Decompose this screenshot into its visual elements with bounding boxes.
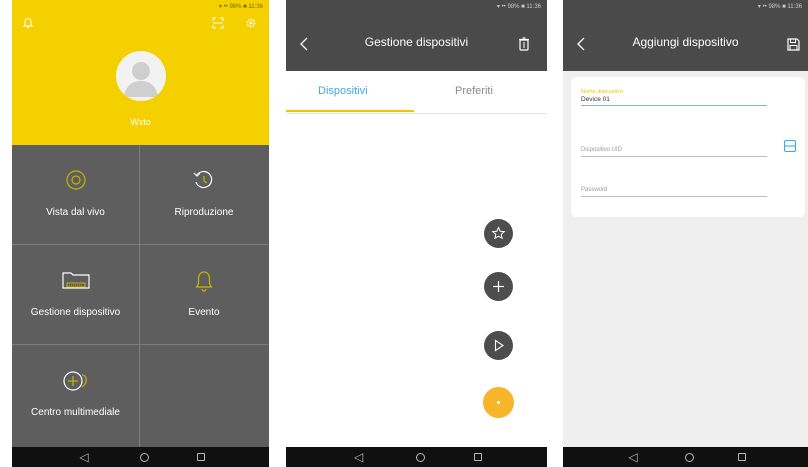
tile-live-view[interactable]: Vista dal vivo [12, 145, 140, 245]
input-underline [581, 156, 767, 157]
device-name-label: Nome dispositivo [581, 89, 623, 95]
gear-icon[interactable] [245, 17, 257, 29]
active-tab-indicator [286, 110, 414, 112]
tile-label: Vista dal vivo [46, 207, 105, 218]
page-title: Aggiungi dispositivo [632, 35, 739, 49]
tile-label: Evento [188, 307, 220, 318]
page-title: Gestione dispositivi [364, 35, 469, 49]
save-icon[interactable] [787, 38, 800, 51]
input-underline [581, 105, 767, 106]
tab-bar: Dispositivi Preferiti [286, 71, 547, 114]
nav-recents-icon[interactable] [474, 453, 483, 461]
tile-label: Gestione dispositivo [30, 307, 121, 318]
nav-home-icon[interactable] [415, 452, 425, 462]
add-device-button[interactable] [484, 272, 513, 301]
device-uid-input[interactable]: Dispositivo UID [581, 147, 767, 153]
add-device-screen: ▾ •• 98% ■ 11:36 Aggiungi dispositivo No… [563, 0, 808, 467]
android-nav-bar: ◁ [563, 447, 808, 467]
password-input[interactable]: Password [581, 187, 767, 193]
menu-fab-button[interactable] [483, 387, 514, 418]
device-uid-field[interactable]: Dispositivo UID [581, 147, 767, 157]
qr-scan-icon[interactable] [783, 139, 797, 153]
password-field[interactable]: Password [581, 187, 767, 197]
dvr-folder-icon [61, 272, 90, 289]
star-add-icon [491, 226, 506, 240]
tile-label: Centro multimediale [31, 407, 120, 418]
media-center-icon [62, 371, 87, 391]
android-nav-bar: ◁ [12, 447, 269, 467]
user-silhouette-icon [124, 62, 158, 97]
nav-back-icon[interactable]: ◁ [625, 449, 641, 465]
tab-devices[interactable]: Dispositivi [318, 85, 368, 97]
input-underline [581, 196, 767, 197]
avatar[interactable] [116, 51, 166, 101]
bell-icon[interactable] [22, 17, 34, 29]
device-name-field[interactable]: Nome dispositivo Device 01 [581, 89, 767, 106]
nav-recents-icon[interactable] [197, 453, 205, 461]
tile-empty [140, 345, 268, 447]
tile-media-center[interactable]: Centro multimediale [12, 345, 140, 447]
status-bar: ▾ •• 98% ■ 11:36 [218, 4, 263, 10]
status-bar: ▾ •• 98% ■ 11:36 [496, 4, 541, 10]
play-button[interactable] [484, 331, 513, 360]
add-device-form: Nome dispositivo Device 01 Dispositivo U… [571, 77, 805, 217]
play-icon [494, 339, 504, 352]
tile-label: Riproduzione [174, 207, 234, 218]
plus-icon [493, 281, 504, 292]
nav-home-icon[interactable] [685, 452, 694, 462]
play-circle-icon [65, 170, 86, 190]
app-bar: ▾ •• 98% ■ 11:36 Aggiungi dispositivo [563, 0, 808, 71]
bell-icon [195, 271, 213, 292]
nav-home-icon[interactable] [140, 452, 149, 462]
tile-event[interactable]: Evento [140, 245, 268, 345]
username-label: Wxto [130, 117, 151, 127]
profile-header: ▾ •• 98% ■ 11:36 Wxto [12, 0, 269, 145]
trash-icon[interactable] [518, 37, 530, 51]
device-name-input[interactable]: Device 01 [581, 96, 767, 103]
app-bar: ▾ •• 98% ■ 11:36 Gestione dispositivi [286, 0, 547, 71]
status-bar: ▾ •• 98% ■ 11:36 [757, 4, 802, 10]
device-management-screen: ▾ •• 98% ■ 11:36 Gestione dispositivi Di… [286, 0, 547, 467]
main-menu-screen: ▾ •• 98% ■ 11:36 Wxto Vista dal vivo Rip… [12, 0, 269, 467]
tab-favorites[interactable]: Preferiti [455, 85, 493, 97]
scan-icon[interactable] [212, 17, 224, 29]
nav-back-icon[interactable]: ◁ [76, 449, 92, 465]
nav-back-icon[interactable]: ◁ [351, 449, 367, 465]
tile-playback[interactable]: Riproduzione [140, 145, 268, 245]
tile-device-management[interactable]: Gestione dispositivo [12, 245, 140, 345]
android-nav-bar: ◁ [286, 447, 547, 467]
dot-icon [497, 401, 500, 404]
nav-recents-icon[interactable] [738, 453, 746, 461]
replay-clock-icon [193, 170, 213, 189]
add-favorite-button[interactable] [484, 219, 513, 248]
menu-grid: Vista dal vivo Riproduzione Gestione dis… [12, 145, 269, 447]
